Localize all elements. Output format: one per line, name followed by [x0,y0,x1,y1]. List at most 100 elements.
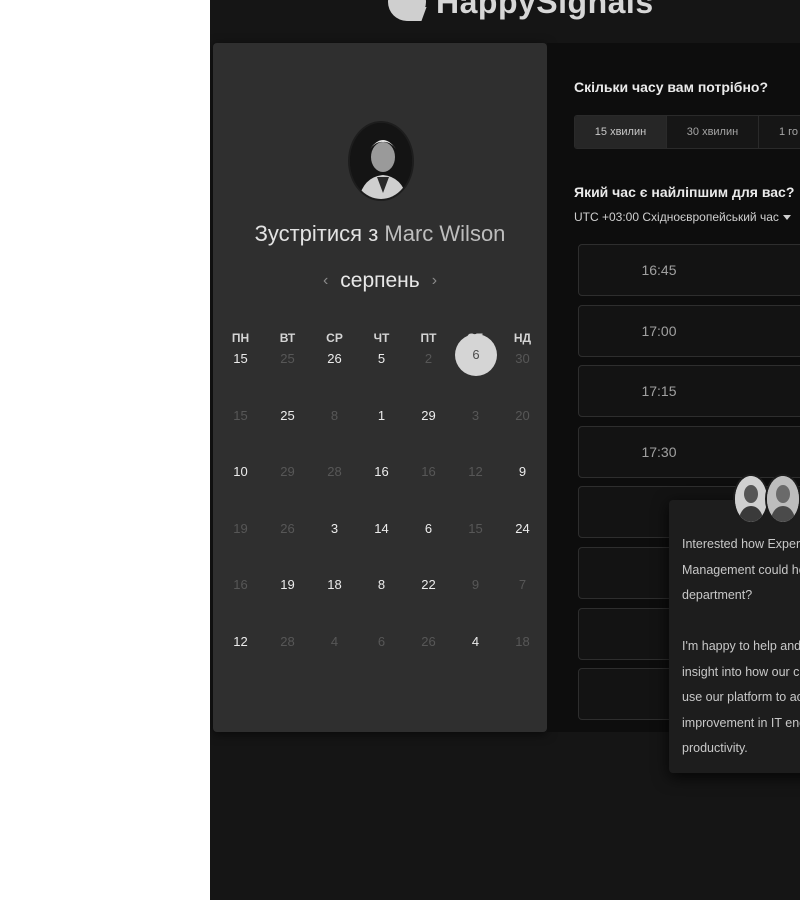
calendar-day-number: 26 [327,351,342,366]
weekday-header: ПН [231,331,250,345]
calendar-day[interactable]: 6 [405,519,452,576]
calendar-day-number: 6 [377,633,386,649]
calendar-day-number: 25 [280,351,295,366]
calendar-day-number: 3 [471,407,480,423]
chat-popup[interactable]: Interested how Experie Management could … [669,474,800,773]
time-slot[interactable]: 16:45 [578,244,800,296]
calendar-day[interactable]: 26 [311,349,358,406]
calendar-day-selected[interactable]: 6 [452,334,499,406]
calendar-day-number: 9 [471,577,480,593]
calendar-day-number: 18 [327,577,342,593]
host-avatar [348,121,414,201]
calendar-day: 12 [452,462,499,519]
calendar-day-number: 25 [280,407,295,423]
calendar-day-number: 4 [471,633,480,649]
time-slot-label: 17:15 [641,383,677,400]
time-slot-label: 16:45 [641,262,677,278]
calendar-day[interactable]: 16 [358,462,405,519]
calendar-day[interactable]: 8 [358,575,405,632]
calendar-day-number: 16 [374,464,389,480]
time-slot-label: 17:00 [641,322,677,339]
weekday-header: ПТ [420,331,437,345]
calendar-day[interactable]: 4 [452,632,499,689]
calendar-day-number: 4 [330,633,339,649]
calendar-grid: ПНВТСРЧТПТСБНД15252652630152581293201029… [217,331,547,689]
calendar-day-number: 8 [330,407,339,423]
time-slot[interactable]: 17:15 [578,365,800,418]
calendar-day[interactable]: 12 [217,632,264,689]
calendar-day: 16 [405,462,452,519]
calendar-day: 4 [311,632,358,689]
calendar-day[interactable]: 25 [264,406,311,463]
calendar-day: 8 [311,406,358,463]
calendar-day-number: 10 [233,464,248,480]
calendar-day: 19 [217,519,264,576]
calendar-day: 2 [405,349,452,406]
calendar-day: 28 [264,632,311,689]
caret-down-icon [782,215,791,221]
calendar-day-number: 8 [377,577,386,593]
time-slot[interactable]: 17:30 [578,425,800,478]
calendar-day-number: 16 [233,577,248,593]
chevron-left-icon[interactable]: ‹ [323,272,328,290]
chat-avatars [733,474,800,524]
calendar-day: 15 [452,519,499,576]
calendar-day: 26 [264,519,311,576]
weekday-header: СР [326,331,343,345]
agent-avatar [765,474,800,524]
calendar-day[interactable]: 19 [264,575,311,632]
agent-avatar [733,474,769,524]
calendar-day-number: 16 [421,464,436,480]
calendar-day: 28 [311,462,358,519]
calendar-day[interactable]: 22 [405,575,452,632]
calendar-day-number: 7 [518,577,527,593]
calendar-day[interactable]: 5 [358,349,405,406]
calendar-day: 25 [264,349,311,406]
calendar-day-number: 19 [280,577,295,593]
calendar-day: 29 [264,462,311,519]
meeting-title: Зустрітися з Marc Wilson [213,221,547,247]
brand-name: HappySignals [436,0,654,20]
calendar-day-number: 19 [233,520,248,536]
weekday-header: ВТ [279,331,296,345]
calendar-day-number: 26 [280,520,295,536]
calendar-day[interactable]: 10 [217,462,264,519]
time-slot-label: 17:30 [641,443,677,460]
duration-question: Скільки часу вам потрібно? [574,79,769,95]
calendar-day: 9 [452,575,499,632]
time-slot[interactable]: 17:00 [578,304,800,357]
calendar-day-number: 15 [468,520,483,536]
calendar-day: 7 [499,575,546,632]
timezone-select[interactable]: UTC +03:00 Східноєвропейський час [574,210,791,224]
month-label: серпень [340,269,420,292]
month-navigation: ‹ серпень › [213,269,547,293]
calendar-day[interactable]: 3 [311,519,358,576]
calendar-panel: Зустрітися з Marc Wilson ‹ серпень › ПН В… [213,43,547,732]
calendar-day-number: 9 [518,464,527,480]
time-question: Який час є найліпшим для вас? [574,184,795,200]
calendar-day[interactable]: 18 [311,575,358,632]
brand-logo: HappySignals [388,0,654,21]
calendar-day-number: 12 [233,633,248,649]
duration-tab-15[interactable]: 15 хвилин [575,116,667,148]
calendar-day[interactable]: 15 [217,349,264,406]
scheduler-app: HappySignals Зустрітися з Marc Wilson ‹ … [210,0,800,900]
duration-tab-30[interactable]: 30 хвилин [667,116,759,148]
speech-bubble-logo-icon [388,0,426,21]
calendar-day[interactable]: 29 [405,406,452,463]
calendar-day[interactable]: 14 [358,519,405,576]
calendar-day[interactable]: 9 [499,462,546,519]
weekday-header: ЧТ [373,331,390,345]
calendar-day-number: 2 [424,351,433,366]
calendar-day: 30 [499,349,546,406]
host-name: Marc Wilson [384,221,506,246]
duration-tab-60[interactable]: 1 го [759,116,800,148]
calendar-day-number: 15 [233,407,248,423]
calendar-day[interactable]: 24 [499,519,546,576]
weekday-header: НД [513,331,532,345]
calendar-day[interactable]: 1 [358,406,405,463]
duration-tabs: 15 хвилин 30 хвилин 1 го [574,115,800,149]
chevron-right-icon[interactable]: › [432,272,437,290]
calendar-day-number: 6 [455,334,497,376]
calendar-day: 3 [452,406,499,463]
